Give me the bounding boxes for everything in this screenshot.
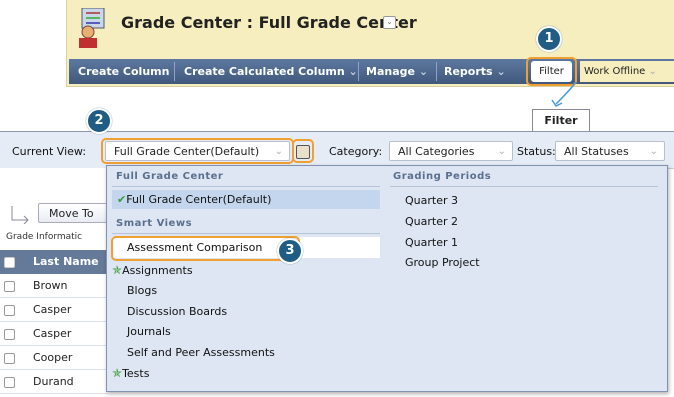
table-row: Brown (0, 274, 108, 298)
smart-view-assignments-label: Assignments (122, 264, 193, 277)
work-offline-button[interactable]: Work Offline ⌄ (580, 61, 674, 82)
current-view-label: Current View: (12, 145, 87, 158)
grading-period-quarter-2[interactable]: Quarter 2 (405, 215, 458, 228)
chevron-down-icon: ⌄ (648, 66, 657, 77)
create-calculated-column-label: Create Calculated Column (184, 65, 345, 78)
favorite-star-icon: ✯ (112, 263, 123, 277)
table-row: Cooper (0, 346, 108, 370)
favorite-star-icon: ✯ (112, 366, 123, 380)
last-name-column-header[interactable]: Last Name (33, 255, 99, 268)
row-checkbox[interactable] (4, 353, 15, 364)
toolbar-divider (174, 62, 175, 81)
callout-arrow-icon (551, 81, 577, 107)
save-icon-highlight (292, 139, 314, 163)
grading-period-group-project[interactable]: Group Project (405, 256, 480, 269)
grading-period-quarter-3[interactable]: Quarter 3 (405, 194, 458, 207)
smart-view-tests[interactable]: ✯Tests (112, 366, 149, 380)
smart-view-blogs[interactable]: Blogs (127, 284, 157, 297)
row-checkbox[interactable] (4, 305, 15, 316)
category-select[interactable]: All Categories ⌄ (389, 141, 513, 161)
smart-view-assignments[interactable]: ✯Assignments (112, 263, 193, 277)
select-all-checkbox[interactable] (4, 257, 15, 268)
callout-badge-1: 1 (536, 26, 562, 52)
create-column-button[interactable]: Create Column (78, 63, 169, 80)
section-divider (112, 186, 380, 187)
smart-view-discussion-boards[interactable]: Discussion Boards (127, 305, 227, 318)
status-label: Status: (517, 145, 556, 158)
grade-center-logo-icon (74, 7, 108, 48)
reports-label: Reports (444, 65, 493, 78)
toolbar-divider (436, 62, 437, 81)
grading-periods-heading: Grading Periods (393, 171, 492, 182)
last-name-cell: Durand (33, 375, 74, 388)
row-checkbox[interactable] (4, 329, 15, 340)
page-title: Grade Center : Full Grade Center (121, 13, 417, 32)
grid-header-row: Last Name (0, 250, 108, 274)
manage-menu-button[interactable]: Manage ⌄ (366, 63, 428, 80)
full-grade-center-heading: Full Grade Center (116, 171, 224, 182)
chevron-down-icon: ⌄ (348, 65, 358, 78)
assessment-comparison-highlight (111, 236, 300, 261)
title-menu-chevron-icon[interactable]: ⌄ (383, 16, 396, 29)
category-value: All Categories (398, 145, 475, 158)
chevron-down-icon: ⌄ (649, 146, 658, 157)
manage-label: Manage (366, 65, 415, 78)
smart-view-journals[interactable]: Journals (127, 325, 171, 338)
callout-badge-2: 2 (86, 108, 112, 134)
current-view-highlight (101, 138, 294, 164)
table-row: Casper (0, 298, 108, 322)
smart-views-heading: Smart Views (116, 218, 193, 229)
filter-tab[interactable]: Filter (532, 109, 590, 132)
full-grade-center-default-item[interactable]: ✔Full Grade Center(Default) (117, 193, 271, 206)
table-row: Durand (0, 370, 108, 394)
create-calculated-column-button[interactable]: Create Calculated Column ⌄ (184, 63, 358, 80)
chevron-down-icon: ⌄ (497, 146, 506, 157)
section-divider (112, 233, 380, 234)
table-row: Casper (0, 322, 108, 346)
reports-menu-button[interactable]: Reports ⌄ (444, 63, 506, 80)
chevron-down-icon: ⌄ (418, 65, 429, 78)
full-grade-center-default-label: Full Grade Center(Default) (126, 193, 272, 206)
smart-view-self-and-peer-assessments[interactable]: Self and Peer Assessments (127, 346, 275, 359)
move-to-arrow-icon (11, 206, 29, 224)
last-name-cell: Casper (33, 303, 72, 316)
checkmark-icon: ✔ (117, 193, 127, 206)
row-checkbox[interactable] (4, 281, 15, 292)
row-checkbox[interactable] (4, 377, 15, 388)
status-value: All Statuses (564, 145, 629, 158)
status-select[interactable]: All Statuses ⌄ (555, 141, 665, 161)
callout-badge-3: 3 (277, 238, 303, 264)
toolbar-divider (358, 62, 359, 81)
chevron-down-icon: ⌄ (496, 65, 506, 78)
work-offline-label: Work Offline (584, 66, 646, 77)
grading-period-quarter-1[interactable]: Quarter 1 (405, 236, 458, 249)
last-name-cell: Cooper (33, 351, 73, 364)
last-name-cell: Brown (33, 279, 68, 292)
category-label: Category: (329, 145, 383, 158)
section-divider (390, 186, 658, 187)
last-name-cell: Casper (33, 327, 72, 340)
move-to-button[interactable]: Move To (38, 203, 108, 223)
smart-view-tests-label: Tests (122, 367, 150, 380)
grade-information-header: Grade Informatic (6, 232, 83, 242)
